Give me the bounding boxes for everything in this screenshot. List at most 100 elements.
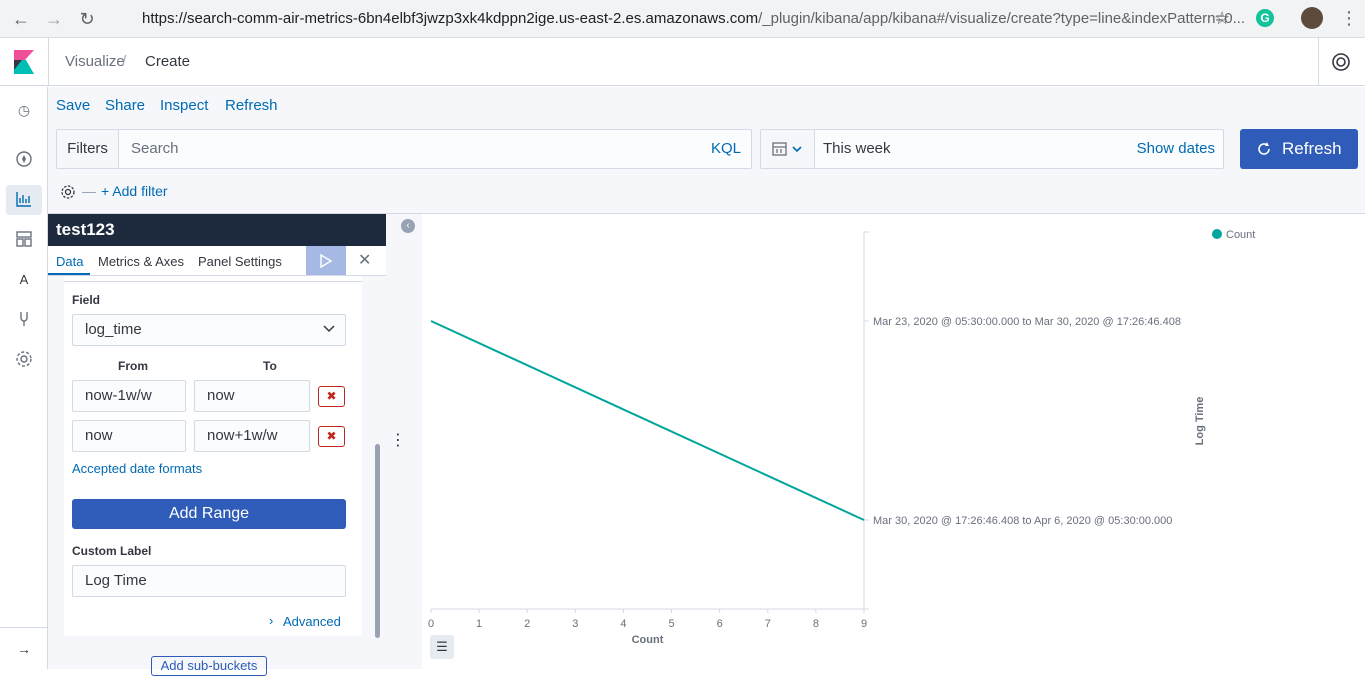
x-axis-label: Count xyxy=(632,634,664,646)
address-bar[interactable]: https://search-comm-air-metrics-6bn4elbf… xyxy=(110,4,1250,34)
refresh-link[interactable]: Refresh xyxy=(225,97,278,114)
header-divider-right xyxy=(1318,38,1319,86)
save-button[interactable]: Save xyxy=(56,97,90,114)
devtools-wrench-icon[interactable] xyxy=(14,310,34,330)
kibana-logo-icon[interactable] xyxy=(14,50,34,74)
chevron-right-icon[interactable]: › xyxy=(269,613,273,628)
profile-avatar[interactable] xyxy=(1301,7,1323,29)
date-range-value[interactable]: This week xyxy=(823,140,891,157)
reload-icon[interactable]: ↻ xyxy=(77,9,97,29)
tab-panel-settings[interactable]: Panel Settings xyxy=(198,254,282,269)
nav-collapse-toggle[interactable]: → xyxy=(0,627,48,669)
filter-settings-gear-icon[interactable] xyxy=(60,184,76,200)
search-input[interactable]: Search xyxy=(131,140,179,157)
x-tick-label: 9 xyxy=(861,618,867,630)
add-sub-buckets-button[interactable]: Add sub-buckets xyxy=(151,656,267,676)
chevron-down-icon xyxy=(323,325,335,333)
x-tick-label: 8 xyxy=(813,618,819,630)
date-range-agg-panel: Field log_time From To now-1w/w now ✖ no… xyxy=(64,276,362,636)
calendar-icon xyxy=(772,142,802,156)
line-chart: 0 1 2 3 4 5 6 7 8 9 Count Mar 23, 2020 @ 05:30:00.0… xyxy=(428,229,1255,646)
custom-label-input[interactable]: Log Time xyxy=(72,565,346,597)
kibana-header: Visualize / Create xyxy=(0,38,1365,86)
visualization-title: test123 xyxy=(48,214,386,246)
visualization-chart: 0 1 2 3 4 5 6 7 8 9 Count Mar 23, 2020 @ 05:30:00.0… xyxy=(422,214,1365,669)
add-range-button[interactable]: Add Range xyxy=(72,499,346,529)
kql-toggle[interactable]: KQL xyxy=(711,140,741,157)
to-label: To xyxy=(263,359,277,373)
inspect-button[interactable]: Inspect xyxy=(160,97,208,114)
url-host: https://search-comm-air-metrics-6bn4elbf… xyxy=(142,10,759,27)
legend-toggle-list-icon[interactable]: ☰ xyxy=(430,635,454,659)
url-path: /_plugin/kibana/app/kibana#/visualize/cr… xyxy=(758,10,1246,27)
management-gear-icon[interactable] xyxy=(14,350,34,370)
discard-close-icon[interactable]: ✕ xyxy=(358,250,371,270)
tab-metrics-axes[interactable]: Metrics & Axes xyxy=(98,254,184,269)
visualize-icon[interactable] xyxy=(14,190,34,210)
advanced-toggle[interactable]: Advanced xyxy=(283,614,341,629)
tab-data[interactable]: Data xyxy=(56,254,83,269)
range-to-input[interactable]: now xyxy=(194,380,310,412)
sidebar-scrollbar[interactable] xyxy=(375,444,380,638)
header-divider xyxy=(48,38,49,86)
from-label: From xyxy=(118,359,148,373)
x-tick-label: 3 xyxy=(572,618,578,630)
forward-arrow-icon[interactable]: → xyxy=(44,9,64,29)
expand-arrow-icon[interactable]: → xyxy=(14,639,34,659)
recently-viewed-clock-icon[interactable]: ◷ xyxy=(14,100,34,120)
dashboard-icon[interactable] xyxy=(14,230,34,250)
left-nav: ◷ A → xyxy=(0,87,48,669)
collapse-sidebar-icon[interactable]: ‹ xyxy=(401,219,415,233)
remove-range-icon[interactable]: ✖ xyxy=(318,386,345,407)
series-line-count xyxy=(430,320,865,521)
grammarly-extension-icon[interactable]: G xyxy=(1256,9,1274,27)
editor-tabs: Data Metrics & Axes Panel Settings ✕ xyxy=(48,246,386,276)
editor-sidebar: test123 Data Metrics & Axes Panel Settin… xyxy=(48,214,386,676)
legend-marker-count xyxy=(1212,229,1222,239)
accepted-date-formats-link[interactable]: Accepted date formats xyxy=(72,461,202,476)
y-tick-label: Mar 23, 2020 @ 05:30:00.000 to Mar 30, 2… xyxy=(873,316,1181,328)
share-button[interactable]: Share xyxy=(105,97,145,114)
breadcrumb-separator: / xyxy=(122,53,127,70)
field-label: Field xyxy=(72,293,101,307)
refresh-button-label: Refresh xyxy=(1282,139,1342,158)
breadcrumb-visualize[interactable]: Visualize xyxy=(65,53,125,70)
breadcrumb-create: Create xyxy=(145,53,191,70)
browser-toolbar: ← → ↻ https://search-comm-air-metrics-6b… xyxy=(0,0,1365,38)
bookmark-star-icon[interactable]: ☆ xyxy=(1214,8,1230,29)
refresh-button[interactable]: Refresh xyxy=(1240,129,1358,169)
play-icon xyxy=(320,254,333,268)
x-tick-label: 7 xyxy=(765,618,771,630)
drag-handle-icon[interactable]: ⋮ xyxy=(390,430,406,450)
refresh-icon xyxy=(1258,142,1270,155)
range-from-input[interactable]: now-1w/w xyxy=(72,380,186,412)
field-select[interactable]: log_time xyxy=(72,314,346,346)
field-select-value: log_time xyxy=(85,321,142,338)
show-dates-link[interactable]: Show dates xyxy=(1137,140,1215,157)
apply-changes-button[interactable] xyxy=(306,246,346,275)
x-tick-label: 2 xyxy=(524,618,530,630)
help-lifebuoy-icon[interactable] xyxy=(1331,52,1351,72)
filter-dash: — xyxy=(82,183,96,199)
filters-label: Filters xyxy=(57,130,119,168)
browser-menu-icon[interactable]: ⋮ xyxy=(1340,8,1358,29)
discover-compass-icon[interactable] xyxy=(14,150,34,170)
back-arrow-icon[interactable]: ← xyxy=(11,9,31,29)
remove-range-icon[interactable]: ✖ xyxy=(318,426,345,447)
tab-active-underline xyxy=(48,273,90,275)
add-filter-button[interactable]: + Add filter xyxy=(101,183,168,199)
query-input-group: Filters Search KQL xyxy=(56,129,752,169)
x-tick-label: 4 xyxy=(620,618,626,630)
legend-label-count: Count xyxy=(1226,229,1255,241)
x-tick-label: 0 xyxy=(428,618,434,630)
canvas-icon[interactable]: A xyxy=(14,270,34,290)
x-tick-label: 1 xyxy=(476,618,482,630)
panel-top-edge xyxy=(64,276,362,282)
custom-label-label: Custom Label xyxy=(72,544,152,558)
quick-menu-button[interactable] xyxy=(761,130,815,168)
y-tick-label: Mar 30, 2020 @ 17:26:46.408 to Apr 6, 20… xyxy=(873,515,1172,527)
x-tick-label: 6 xyxy=(717,618,723,630)
range-to-input[interactable]: now+1w/w xyxy=(194,420,310,452)
x-tick-label: 5 xyxy=(668,618,674,630)
range-from-input[interactable]: now xyxy=(72,420,186,452)
